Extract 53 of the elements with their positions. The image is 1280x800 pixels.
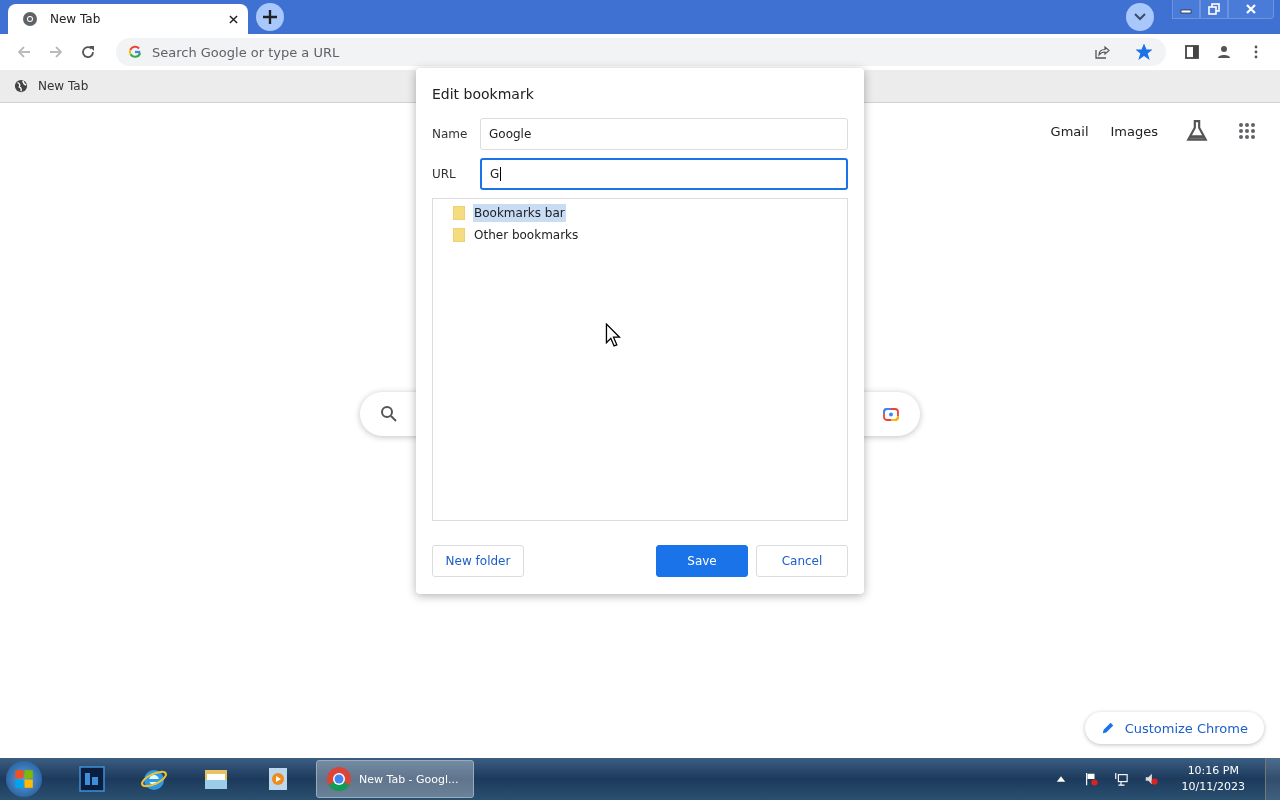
network-icon[interactable] bbox=[1113, 772, 1128, 786]
clock-time: 10:16 PM bbox=[1187, 763, 1239, 779]
url-field[interactable]: G bbox=[480, 158, 848, 190]
speaker-icon[interactable] bbox=[1143, 772, 1158, 786]
search-icon bbox=[380, 405, 398, 423]
name-field[interactable]: Google bbox=[480, 118, 848, 150]
clock-date: 10/11/2023 bbox=[1181, 779, 1245, 795]
side-panel-icon[interactable] bbox=[1184, 44, 1200, 60]
reload-icon[interactable] bbox=[80, 44, 96, 60]
dialog-title: Edit bookmark bbox=[432, 86, 535, 102]
header-link[interactable]: Gmail bbox=[1050, 123, 1089, 139]
taskbar-window-button[interactable]: New Tab - Googl... bbox=[316, 760, 474, 798]
dialog-button[interactable]: Cancel bbox=[756, 545, 848, 577]
star-icon[interactable] bbox=[1136, 44, 1152, 60]
close-button[interactable] bbox=[1228, 0, 1274, 19]
chrome-icon bbox=[22, 11, 38, 27]
apps-grid-icon[interactable] bbox=[1238, 122, 1256, 140]
globe-icon bbox=[14, 79, 28, 93]
share-icon[interactable] bbox=[1094, 44, 1110, 60]
photoshop-icon[interactable] bbox=[78, 765, 106, 793]
new-tab-button[interactable] bbox=[256, 3, 284, 31]
browser-tab[interactable]: New Tab bbox=[8, 4, 248, 34]
profile-icon[interactable] bbox=[1216, 44, 1232, 60]
chevron-down-icon bbox=[1134, 13, 1146, 21]
close-icon[interactable] bbox=[229, 14, 238, 24]
plus-icon bbox=[263, 10, 277, 24]
dialog-button[interactable]: Save bbox=[656, 545, 748, 577]
folder-item[interactable]: Other bookmarks bbox=[473, 226, 580, 244]
pencil-icon bbox=[1100, 721, 1115, 735]
start-button[interactable] bbox=[6, 761, 42, 797]
tab-search-button[interactable] bbox=[1126, 3, 1154, 31]
restore-icon bbox=[1208, 3, 1220, 15]
close-icon bbox=[1245, 4, 1257, 14]
camera-icon[interactable] bbox=[882, 405, 900, 423]
header-link[interactable]: Images bbox=[1110, 123, 1158, 139]
flag-icon[interactable] bbox=[1083, 772, 1098, 786]
url-label: URL bbox=[432, 167, 457, 181]
bookmark-item[interactable]: New Tab bbox=[14, 79, 89, 93]
flask-icon[interactable] bbox=[1186, 119, 1208, 143]
clock[interactable]: 10:16 PM 10/11/2023 bbox=[1181, 763, 1245, 795]
name-label: Name bbox=[432, 127, 469, 141]
dialog-button[interactable]: New folder bbox=[432, 545, 524, 577]
mouse-cursor-icon bbox=[605, 323, 621, 347]
folder-icon bbox=[453, 228, 465, 242]
minimize-button[interactable] bbox=[1172, 0, 1200, 19]
folder-icon bbox=[453, 206, 465, 220]
address-bar[interactable]: Search Google or type a URL bbox=[116, 38, 1166, 66]
restore-button[interactable] bbox=[1200, 0, 1228, 19]
google-icon bbox=[128, 45, 142, 59]
windows-logo-icon bbox=[13, 768, 35, 790]
chrome-icon bbox=[325, 765, 353, 793]
folder-item[interactable]: Bookmarks bar bbox=[473, 204, 566, 222]
customize-chrome-button[interactable]: Customize Chrome bbox=[1084, 712, 1264, 744]
